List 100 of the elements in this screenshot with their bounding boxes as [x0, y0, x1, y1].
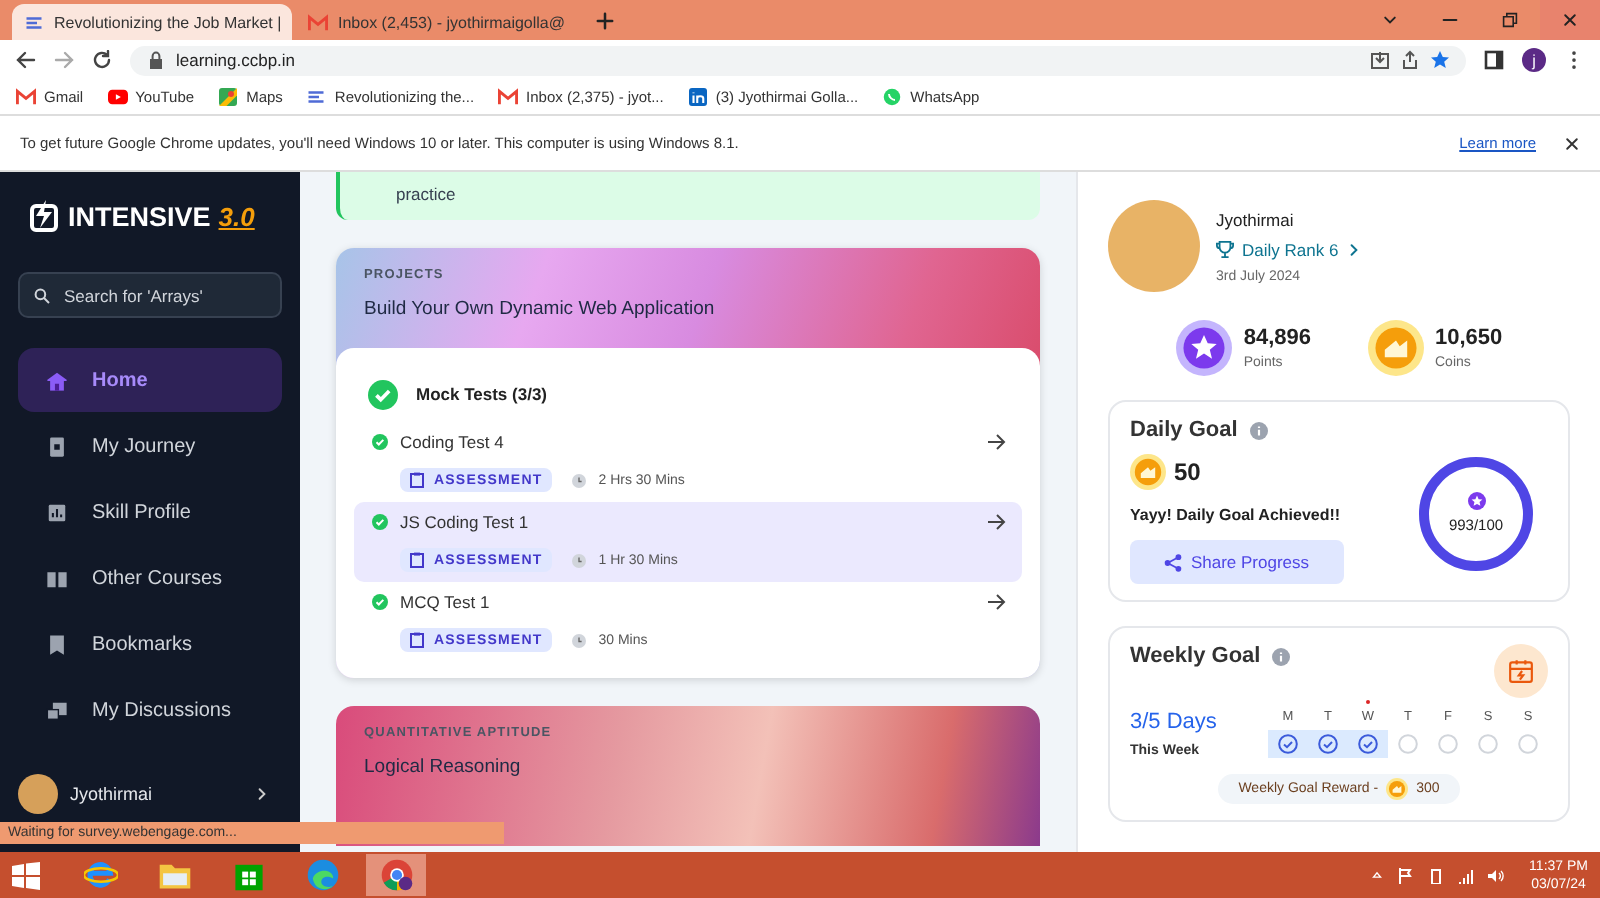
stat-value: 84,896	[1243, 326, 1311, 350]
nav-item[interactable]: Skill Profile	[18, 480, 282, 544]
plus-icon[interactable]	[596, 11, 614, 29]
version-label: 3.0	[218, 201, 255, 231]
days-count: 3/5 Days	[1130, 710, 1217, 734]
profile-name: Jyothirmai	[1216, 209, 1296, 229]
search-icon	[34, 287, 50, 303]
empty-circle-icon	[1438, 734, 1458, 754]
swirl-logo-icon[interactable]	[305, 858, 339, 892]
nav-item[interactable]: My Discussions	[18, 678, 282, 742]
user-name[interactable]: Jyothirmai	[70, 784, 153, 804]
logo-icon	[28, 200, 60, 232]
card-title: Daily Goal	[1130, 418, 1238, 442]
trophy-icon	[1216, 240, 1234, 258]
signal-icon[interactable]	[1457, 867, 1474, 883]
clipboard-icon	[410, 472, 424, 488]
lines-icon	[24, 13, 44, 31]
address-bar[interactable]: learning.ccbp.in	[130, 45, 1466, 75]
restore-icon[interactable]	[1502, 12, 1518, 28]
project-title: Build Your Own Dynamic Web Application	[364, 298, 717, 320]
clipboard-icon	[410, 632, 424, 648]
clipboard-icon	[410, 552, 424, 568]
lines-icon	[306, 88, 327, 106]
test-title: JS Coding Test 1	[400, 512, 531, 532]
daily-rank-link[interactable]: Daily Rank 6	[1216, 239, 1363, 259]
e-logo-icon[interactable]	[83, 858, 117, 892]
install-icon[interactable]	[1370, 50, 1390, 70]
mail-icon	[308, 13, 328, 31]
empty-circle-icon	[1398, 734, 1418, 754]
flag-icon[interactable]	[1397, 867, 1414, 883]
goal-message: Yayy! Daily Goal Achieved!!	[1130, 506, 1343, 524]
nav-item[interactable]: Other Courses	[18, 546, 282, 610]
check-circle-icon	[372, 434, 388, 450]
reload-icon[interactable]	[92, 50, 112, 70]
empty-circle-icon	[1478, 734, 1498, 754]
calendar-icon	[1508, 658, 1534, 684]
clock-icon	[572, 473, 587, 487]
arrow-right-icon[interactable]	[986, 512, 1006, 532]
document-icon	[46, 435, 68, 457]
lock-icon	[146, 50, 166, 70]
play-icon	[107, 88, 128, 106]
star-badge-icon	[1175, 320, 1232, 376]
star-icon[interactable]	[1430, 50, 1450, 70]
avatar-placeholder[interactable]	[18, 774, 58, 814]
coin-count: 50	[1174, 458, 1201, 486]
card-title: Weekly Goal	[1130, 644, 1261, 668]
empty-circle-icon	[1518, 734, 1538, 754]
star-badge-icon	[1467, 492, 1485, 510]
bookmark-icon	[46, 633, 68, 655]
section-title: Mock Tests (3/3)	[416, 384, 548, 404]
side-panel-icon[interactable]	[1484, 50, 1504, 70]
check-circle-icon	[372, 514, 388, 530]
course-title: Logical Reasoning	[364, 756, 523, 778]
arrow-right-icon[interactable]	[986, 432, 1006, 452]
item-title: practice	[396, 184, 456, 204]
avatar-placeholder	[1108, 200, 1200, 292]
nav-item[interactable]: My Journey	[18, 414, 282, 478]
clock-icon	[572, 553, 587, 567]
arrow-right-icon[interactable]	[986, 592, 1006, 612]
windows-logo-icon[interactable]	[12, 861, 40, 889]
share-icon	[1164, 553, 1183, 571]
coin-icon	[1367, 320, 1423, 376]
check-circle-icon	[368, 379, 398, 409]
nav-item[interactable]: Bookmarks	[18, 612, 282, 676]
taskbar-app[interactable]	[366, 854, 426, 896]
in-logo-icon	[687, 88, 708, 106]
coin-icon	[1386, 778, 1409, 800]
browser-tab[interactable]: Revolutionizing the Job Market |	[12, 4, 292, 40]
house-icon	[46, 369, 68, 391]
mail-icon	[16, 88, 36, 106]
close-icon[interactable]	[1562, 12, 1578, 28]
browser-logo-icon[interactable]	[379, 858, 413, 892]
search-field[interactable]: Search for 'Arrays'	[18, 272, 282, 318]
mail-icon	[498, 88, 519, 106]
logo-text: INTENSIVE	[68, 201, 211, 231]
clock-icon	[572, 633, 587, 647]
caret-up-icon[interactable]	[1369, 868, 1384, 882]
check-circle-icon	[1278, 734, 1298, 754]
check-circle-icon	[372, 594, 388, 610]
chat-bubble-icon	[882, 88, 903, 106]
profile-avatar[interactable]: j	[1522, 48, 1546, 72]
browser-tab[interactable]: Inbox (2,453) - jyothirmaigolla@	[296, 4, 576, 40]
check-circle-icon	[1358, 734, 1378, 754]
test-title: MCQ Test 1	[400, 592, 492, 612]
map-icon	[218, 88, 239, 106]
stat-value: 10,650	[1435, 326, 1503, 350]
close-icon[interactable]	[1564, 135, 1580, 151]
test-title: Coding Test 4	[400, 432, 506, 452]
chevron-right-icon[interactable]	[254, 786, 270, 802]
share-icon[interactable]	[1400, 50, 1420, 70]
bar-chart-icon	[46, 501, 68, 523]
coin-icon	[1130, 454, 1166, 490]
speaker-icon[interactable]	[1487, 867, 1504, 883]
check-circle-icon	[1318, 734, 1338, 754]
battery-icon[interactable]	[1427, 867, 1444, 883]
nav-item[interactable]: Home	[18, 348, 282, 412]
share-progress-button[interactable]: Share Progress	[1130, 540, 1344, 584]
chevron-down-icon[interactable]	[1382, 12, 1398, 28]
back-arrow-icon[interactable]	[16, 50, 36, 70]
chevron-right-icon	[1346, 241, 1363, 257]
